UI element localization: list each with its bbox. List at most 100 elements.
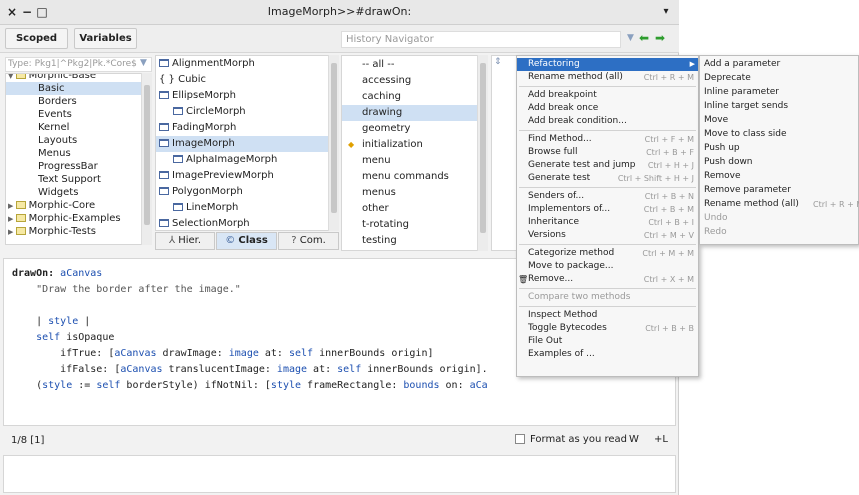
sort-icon[interactable]: ⇕ <box>494 57 502 67</box>
package-row[interactable]: ▼ Morphic-Base <box>6 74 141 82</box>
class-row[interactable]: ImageMorph <box>156 136 328 152</box>
menu-item[interactable]: Categorize method Ctrl + M + M <box>517 247 698 260</box>
menu-item[interactable]: Rename method (all) Ctrl + R + M <box>517 71 698 84</box>
line-numbers-toggle[interactable]: +L <box>654 434 668 445</box>
history-navigator[interactable]: History Navigator <box>341 31 621 48</box>
submenu-item[interactable]: Inline target sends <box>700 100 858 113</box>
submenu-item[interactable]: Push up <box>700 142 858 155</box>
submenu-item[interactable]: Remove <box>700 170 858 183</box>
package-row[interactable]: ▶ Morphic-Tests <box>6 225 141 238</box>
menu-item[interactable]: Find Method... Ctrl + F + M <box>517 133 698 146</box>
submenu-item[interactable]: Deprecate <box>700 72 858 85</box>
protocol-row[interactable]: menu commands <box>342 169 477 185</box>
class-list[interactable]: AlignmentMorph { } Cubic EllipseMorph Circl… <box>155 55 339 231</box>
submenu-item[interactable]: Move <box>700 114 858 127</box>
submenu-item[interactable]: Rename method (all) Ctrl + R + M <box>700 198 859 211</box>
forward-arrow-icon[interactable]: ➡ <box>655 31 665 45</box>
menu-item[interactable]: Move to package... <box>517 260 698 273</box>
class-row[interactable]: AlphaImageMorph <box>156 152 328 168</box>
protocol-row[interactable]: menu <box>342 153 477 169</box>
menu-item[interactable]: 🗑 Remove... Ctrl + X + M <box>517 273 698 286</box>
window-menu-icon[interactable]: ▾ <box>660 5 672 19</box>
protocol-list[interactable]: -- all -- accessing caching drawing geometry… <box>341 55 488 251</box>
submenu-item[interactable]: Remove parameter <box>700 184 858 197</box>
menu-item[interactable]: Browse full Ctrl + B + F <box>517 146 698 159</box>
class-row[interactable]: AlignmentMorph <box>156 56 328 72</box>
menu-item[interactable]: Refactoring ▶ <box>517 58 698 71</box>
class-row[interactable]: FadingMorph <box>156 120 328 136</box>
package-list[interactable]: ▼ Morphic-Base Basic Borders Events Kernel La… <box>5 73 152 245</box>
package-row[interactable]: Basic <box>6 82 141 95</box>
menu-item[interactable]: Add breakpoint <box>517 89 698 102</box>
expand-arrow-icon[interactable]: ▶ <box>8 202 16 210</box>
protocol-row[interactable]: ◆ initialization <box>342 137 477 153</box>
menu-item[interactable]: Generate test and jump Ctrl + H + J <box>517 159 698 172</box>
wrap-toggle[interactable]: W <box>629 434 639 445</box>
code-line: (style := self borderStyle) ifNotNil: [s… <box>12 379 488 392</box>
protocol-scrollbar[interactable] <box>477 55 488 251</box>
class-button[interactable]: © Class <box>216 232 277 250</box>
submenu-item[interactable]: Add a parameter <box>700 58 858 71</box>
menu-item[interactable]: File Out <box>517 335 698 348</box>
class-row[interactable]: ImagePreviewMorph <box>156 168 328 184</box>
menu-item[interactable]: Generate test Ctrl + Shift + H + J <box>517 172 698 185</box>
protocol-row[interactable]: -- all -- <box>342 57 477 73</box>
package-row[interactable]: ProgressBar <box>6 160 141 173</box>
package-row[interactable]: ▶ Morphic-Examples <box>6 212 141 225</box>
protocol-row-partial[interactable]: Morph-Morphic <box>342 249 437 250</box>
class-scroll-thumb[interactable] <box>331 63 337 213</box>
submenu-item[interactable]: Push down <box>700 156 858 169</box>
protocol-row[interactable]: t-rotating <box>342 217 477 233</box>
protocol-row[interactable]: other <box>342 201 477 217</box>
class-row[interactable]: EllipseMorph <box>156 88 328 104</box>
class-row[interactable]: CircleMorph <box>156 104 328 120</box>
protocol-row[interactable]: menus <box>342 185 477 201</box>
format-checkbox[interactable] <box>515 434 525 444</box>
protocol-scroll-thumb[interactable] <box>480 63 486 233</box>
class-row[interactable]: { } Cubic <box>156 72 328 88</box>
class-row[interactable]: PolygonMorph <box>156 184 328 200</box>
expand-arrow-icon[interactable]: ▶ <box>8 228 16 236</box>
code-token: frameRectangle: <box>301 380 404 391</box>
menu-item[interactable]: Examples of ... <box>517 348 698 361</box>
package-scrollbar[interactable] <box>141 73 152 245</box>
protocol-row[interactable]: accessing <box>342 73 477 89</box>
back-arrow-icon[interactable]: ⬅ <box>639 31 649 45</box>
hier-button[interactable]: ⅄ Hier. <box>155 232 215 250</box>
menu-item[interactable]: Inspect Method <box>517 309 698 322</box>
menu-item[interactable]: Inheritance Ctrl + B + I <box>517 216 698 229</box>
menu-item[interactable]: Toggle Bytecodes Ctrl + B + B <box>517 322 698 335</box>
protocol-row[interactable]: drawing <box>342 105 477 121</box>
submenu-item[interactable]: Inline parameter <box>700 86 858 99</box>
package-row[interactable]: Borders <box>6 95 141 108</box>
variables-button[interactable]: Variables <box>74 28 137 49</box>
menu-item[interactable]: Implementors of... Ctrl + B + M <box>517 203 698 216</box>
package-row[interactable]: Widgets <box>6 186 141 199</box>
package-row[interactable]: Menus <box>6 147 141 160</box>
menu-item[interactable]: Versions Ctrl + M + V <box>517 229 698 242</box>
filter-dropdown-icon[interactable]: ▼ <box>140 58 147 68</box>
package-row[interactable]: Kernel <box>6 121 141 134</box>
bottom-text-pane[interactable] <box>3 455 676 493</box>
com-button[interactable]: ? Com. <box>278 232 339 250</box>
collapse-arrow-icon[interactable]: ▼ <box>8 74 16 80</box>
history-dropdown-icon[interactable]: ▼ <box>627 33 634 43</box>
expand-arrow-icon[interactable]: ▶ <box>8 215 16 223</box>
package-scroll-thumb[interactable] <box>144 85 150 225</box>
class-row[interactable]: SelectionMorph <box>156 216 328 230</box>
class-scrollbar[interactable] <box>328 55 339 231</box>
menu-item[interactable]: Senders of... Ctrl + B + N <box>517 190 698 203</box>
protocol-row[interactable]: geometry <box>342 121 477 137</box>
package-row[interactable]: Layouts <box>6 134 141 147</box>
protocol-row[interactable]: caching <box>342 89 477 105</box>
package-filter-input[interactable]: Type: Pkg1|^Pkg2|Pk.*Core$ <box>5 57 152 72</box>
class-row[interactable]: LineMorph <box>156 200 328 216</box>
scoped-button[interactable]: Scoped <box>5 28 68 49</box>
menu-item[interactable]: Add break once <box>517 102 698 115</box>
menu-item[interactable]: Add break condition... <box>517 115 698 128</box>
package-row[interactable]: Text Support <box>6 173 141 186</box>
protocol-row[interactable]: testing <box>342 233 477 249</box>
package-row[interactable]: Events <box>6 108 141 121</box>
package-row[interactable]: ▶ Morphic-Core <box>6 199 141 212</box>
submenu-item[interactable]: Move to class side <box>700 128 858 141</box>
